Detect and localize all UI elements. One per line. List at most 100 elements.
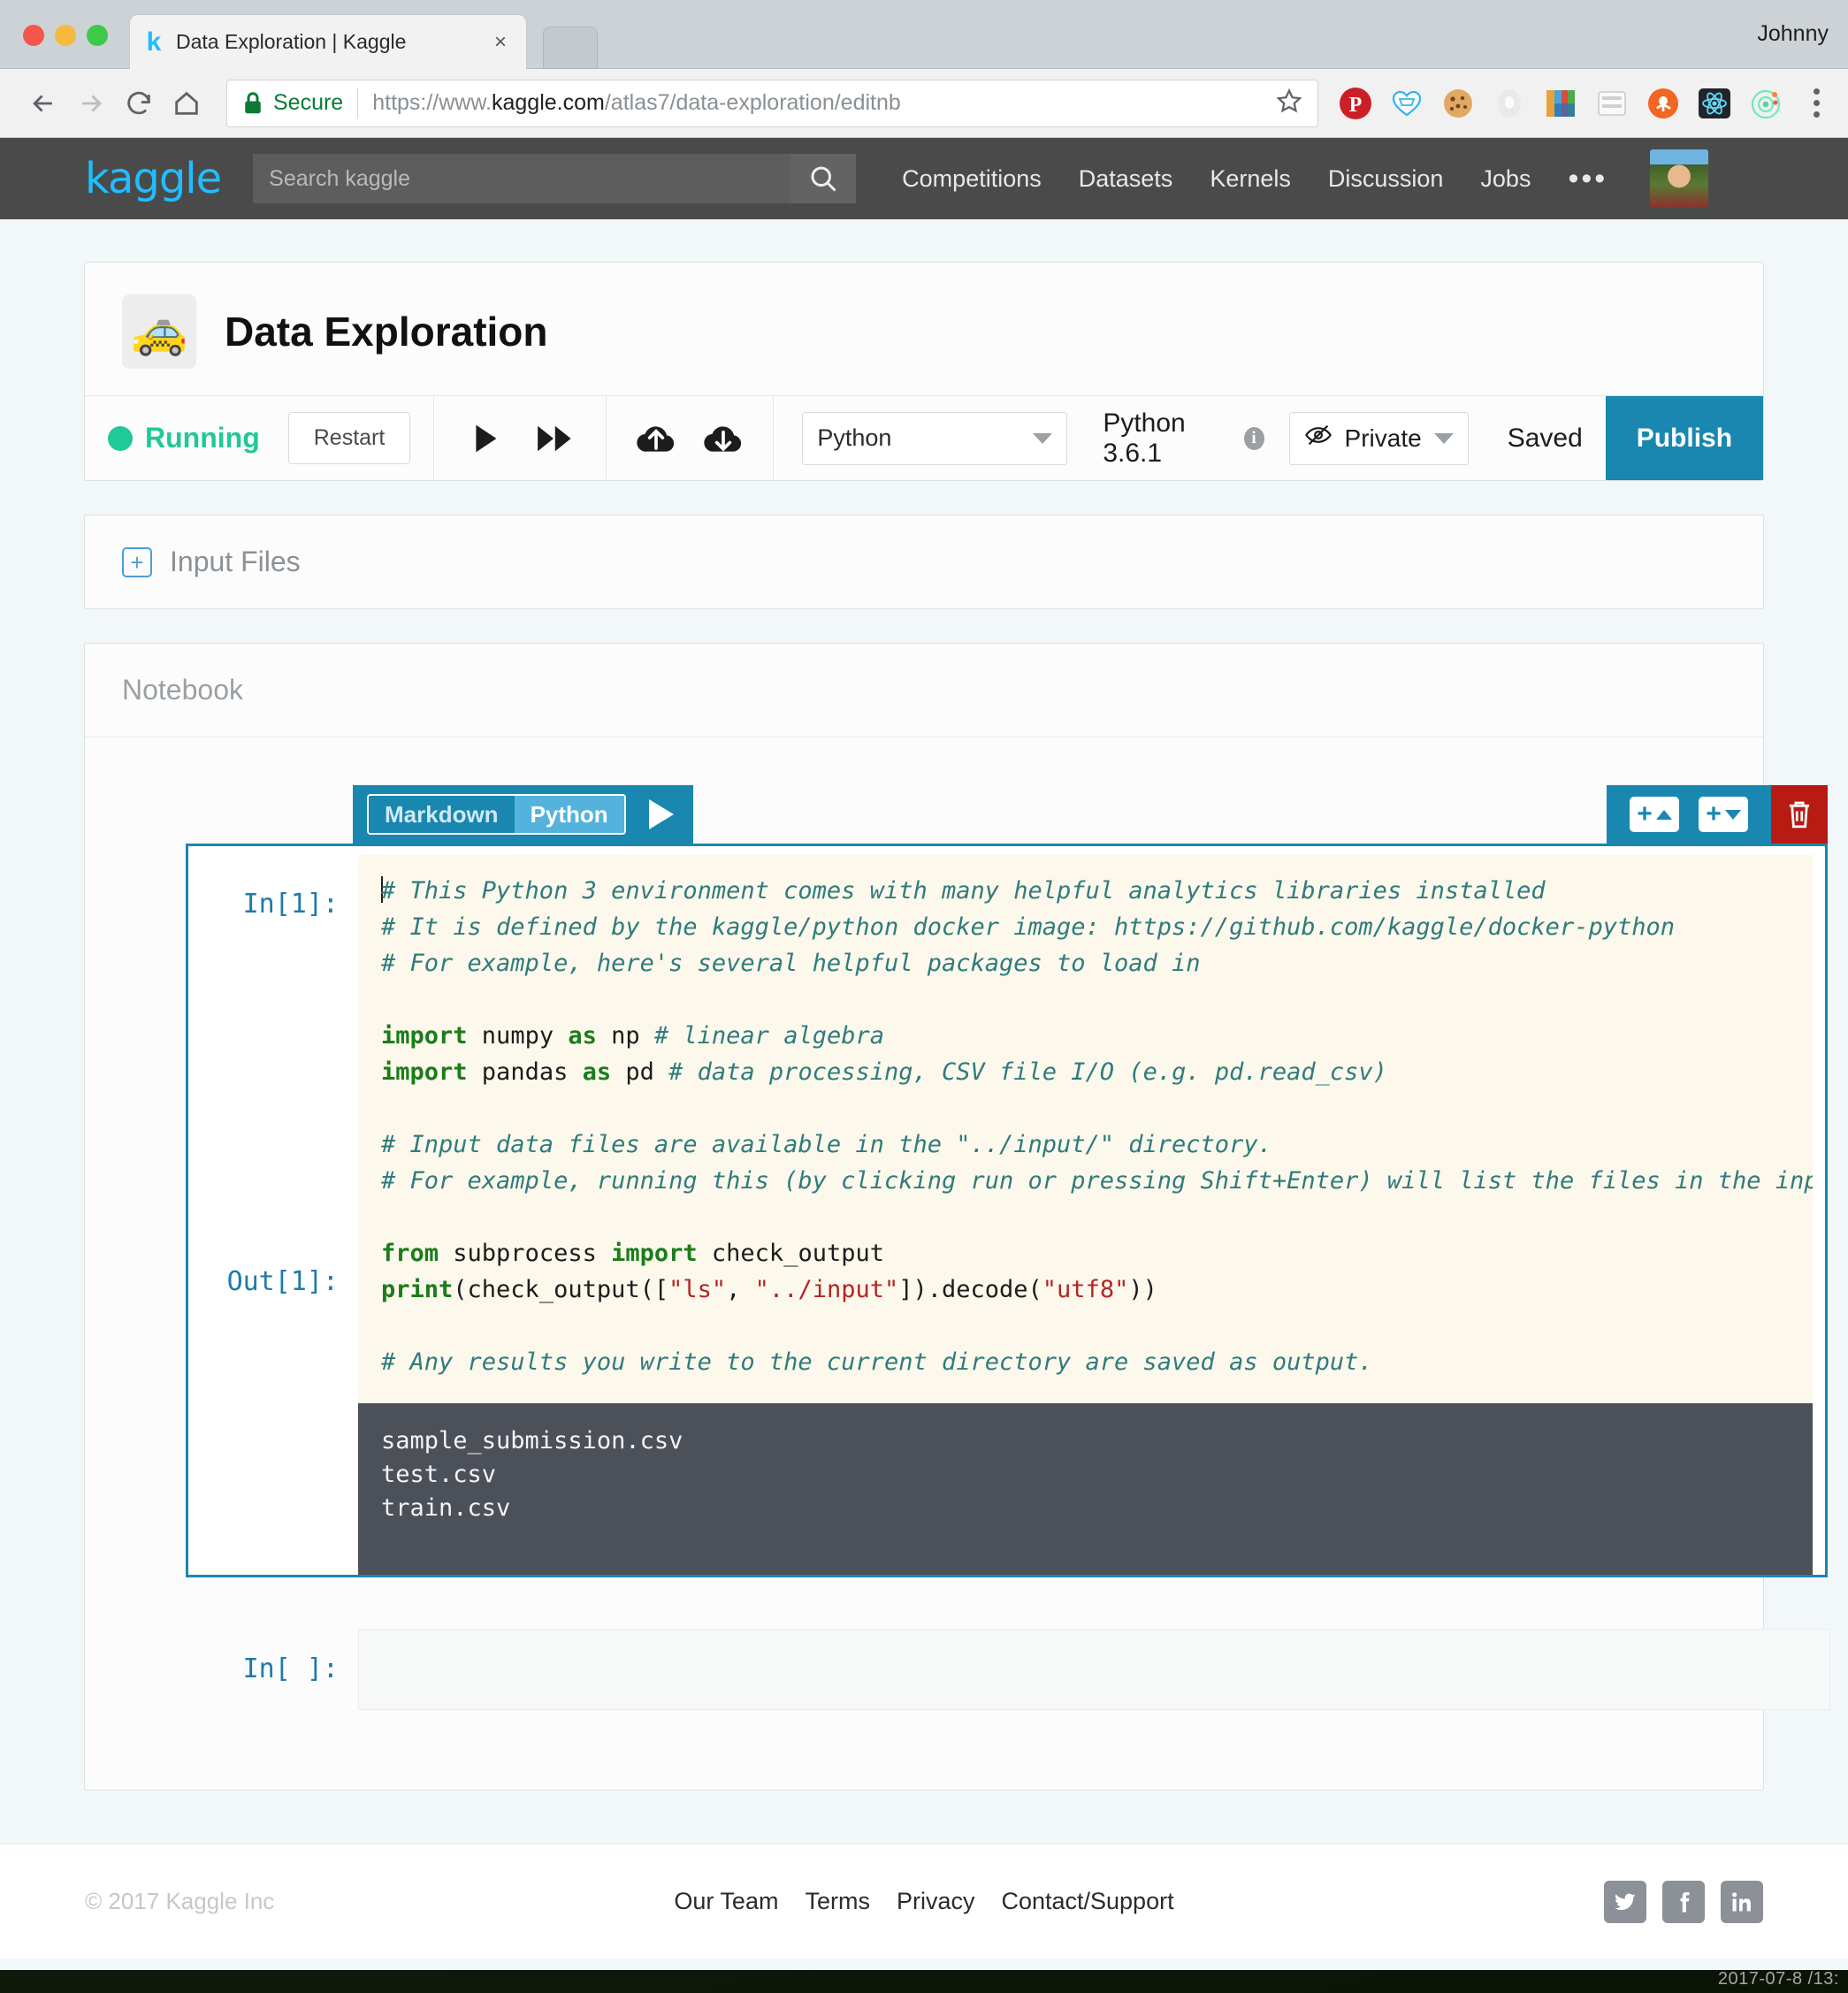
code-editor[interactable]: # This Python 3 environment comes with m… — [358, 855, 1813, 1403]
browser-window: k Data Exploration | Kaggle × Johnny Sec… — [0, 0, 1848, 1970]
footer-link-our-team[interactable]: Our Team — [674, 1888, 778, 1915]
cell-content: # This Python 3 environment comes with m… — [358, 855, 1825, 1575]
site-nav-links[interactable]: Competitions Datasets Kernels Discussion… — [902, 165, 1531, 193]
notebook-cell-active[interactable]: In[1]: Out[1]: # This Python 3 environme… — [186, 844, 1828, 1577]
plus-box-icon[interactable]: + — [122, 546, 152, 577]
kebab-menu-icon[interactable] — [1799, 88, 1829, 118]
kaggle-favicon-icon: k — [146, 27, 162, 57]
kernel-status-segment: Running Restart — [85, 396, 435, 480]
address-bar[interactable]: Secure https://www.kaggle.com/atlas7/dat… — [226, 79, 1318, 127]
cell-type-python[interactable]: Python — [514, 796, 624, 833]
input-files-label: Input Files — [170, 546, 301, 577]
status-indicator-dot — [108, 425, 133, 451]
cell-in-label-empty: In[ ]: — [242, 1653, 339, 1684]
footer-link-contact-support[interactable]: Contact/Support — [1001, 1888, 1173, 1915]
nav-link-kernels[interactable]: Kernels — [1210, 165, 1291, 193]
octopus-icon[interactable] — [1646, 86, 1681, 121]
notebook-card: Notebook Markdown Python + + In[1]: Out[… — [84, 643, 1830, 1791]
nav-link-jobs[interactable]: Jobs — [1480, 165, 1531, 193]
close-tab-icon[interactable]: × — [487, 30, 514, 55]
cell-output: sample_submission.csv test.csv train.csv — [358, 1403, 1813, 1575]
copyright: © 2017 Kaggle Inc — [85, 1888, 275, 1914]
facebook-icon[interactable] — [1662, 1880, 1705, 1923]
site-search[interactable] — [253, 154, 857, 203]
new-tab-button[interactable] — [543, 27, 598, 69]
forward-arrow-icon — [67, 80, 115, 127]
saved-status: Saved — [1507, 423, 1583, 453]
trash-icon[interactable] — [1771, 785, 1828, 844]
browser-extensions[interactable]: P — [1331, 86, 1829, 121]
minimize-window-button[interactable] — [55, 25, 76, 46]
page-title[interactable]: Data Exploration — [225, 308, 548, 355]
footer-link-privacy[interactable]: Privacy — [897, 1888, 975, 1915]
pinterest-icon[interactable]: P — [1338, 86, 1373, 121]
run-all-icon[interactable] — [531, 418, 576, 459]
atom-orbit-icon[interactable] — [1748, 86, 1783, 121]
bookmark-star-icon[interactable] — [1275, 87, 1303, 119]
cell-type-markdown[interactable]: Markdown — [369, 796, 515, 833]
io-controls-segment — [607, 396, 775, 480]
status-badge: Running — [145, 422, 260, 454]
twitter-icon[interactable] — [1604, 1880, 1646, 1923]
discover-devtools-icon[interactable] — [1594, 86, 1630, 121]
nav-link-competitions[interactable]: Competitions — [902, 165, 1042, 193]
kernel-toolbar: Running Restart Python Python 3.6.1 i Pr… — [85, 395, 1763, 480]
browser-tab-title: Data Exploration | Kaggle — [176, 30, 407, 53]
info-icon[interactable]: i — [1243, 426, 1264, 450]
output-line: sample_submission.csv — [381, 1427, 683, 1455]
footer-link-terms[interactable]: Terms — [805, 1888, 870, 1915]
language-select-value: Python — [817, 424, 892, 451]
privacy-segment: Private — [1273, 396, 1485, 480]
search-icon[interactable] — [790, 154, 857, 203]
cell-type-toggle[interactable]: Markdown Python — [367, 794, 626, 835]
input-files-card[interactable]: + Input Files — [84, 515, 1764, 609]
python-version-label: Python 3.6.1 i — [1103, 409, 1264, 469]
avatar[interactable] — [1650, 149, 1709, 208]
add-cell-above-icon[interactable]: + — [1630, 797, 1679, 832]
maximize-window-button[interactable] — [87, 25, 108, 46]
react-devtools-icon[interactable] — [1697, 86, 1732, 121]
secure-label: Secure — [273, 90, 344, 115]
nav-link-datasets[interactable]: Datasets — [1079, 165, 1173, 193]
empty-code-editor[interactable] — [358, 1629, 1830, 1710]
cell-gutter: In[ ]: — [188, 1629, 358, 1710]
privacy-value: Private — [1344, 424, 1422, 452]
notebook-cell-empty[interactable]: In[ ]: — [188, 1629, 1830, 1710]
linkedin-icon[interactable] — [1721, 1880, 1763, 1923]
page-content: 🚕 Data Exploration Running Restart Pytho… — [84, 219, 1830, 1791]
ghostery-icon[interactable] — [1492, 86, 1527, 121]
cell-action-controls: + + — [1607, 785, 1828, 844]
cell-type-controls: Markdown Python — [353, 785, 693, 844]
browser-profile-name[interactable]: Johnny — [1757, 21, 1829, 47]
desktop-timestamp: 2017-07-8 /13: — [1717, 1969, 1839, 1989]
chevron-down-icon — [1033, 432, 1053, 444]
privacy-select[interactable]: Private — [1288, 411, 1469, 465]
back-arrow-icon[interactable] — [19, 80, 67, 127]
publish-button[interactable]: Publish — [1605, 396, 1763, 480]
close-window-button[interactable] — [23, 25, 44, 46]
footer-social[interactable] — [1604, 1880, 1763, 1923]
nav-link-discussion[interactable]: Discussion — [1328, 165, 1444, 193]
reload-icon[interactable] — [115, 80, 163, 127]
secure-lock-icon — [241, 90, 264, 117]
add-cell-below-icon[interactable]: + — [1699, 797, 1748, 832]
cloud-download-icon[interactable] — [702, 419, 745, 458]
kaggle-page: kaggle Competitions Datasets Kernels Dis… — [0, 138, 1848, 1970]
browser-tab[interactable]: k Data Exploration | Kaggle × — [129, 14, 527, 69]
kaggle-logo[interactable]: kaggle — [85, 154, 222, 203]
colorzilla-icon[interactable] — [1543, 86, 1578, 121]
nav-overflow-icon[interactable]: ••• — [1568, 162, 1607, 196]
footer-links[interactable]: Our Team Terms Privacy Contact/Support — [674, 1888, 1173, 1915]
search-input[interactable] — [253, 154, 791, 203]
language-select[interactable]: Python — [802, 411, 1068, 465]
cookie-icon[interactable] — [1440, 86, 1476, 121]
restart-button[interactable]: Restart — [287, 412, 411, 464]
play-icon[interactable] — [648, 799, 674, 829]
kernel-title-row: 🚕 Data Exploration — [85, 263, 1763, 395]
window-controls[interactable] — [23, 25, 108, 46]
run-cell-icon[interactable] — [464, 418, 505, 459]
home-icon[interactable] — [163, 80, 210, 127]
wishlist-heart-icon[interactable] — [1389, 86, 1424, 121]
notebook-cells: Markdown Python + + In[1]: Out[1]: # Thi… — [85, 737, 1830, 1710]
cloud-upload-icon[interactable] — [635, 419, 677, 458]
